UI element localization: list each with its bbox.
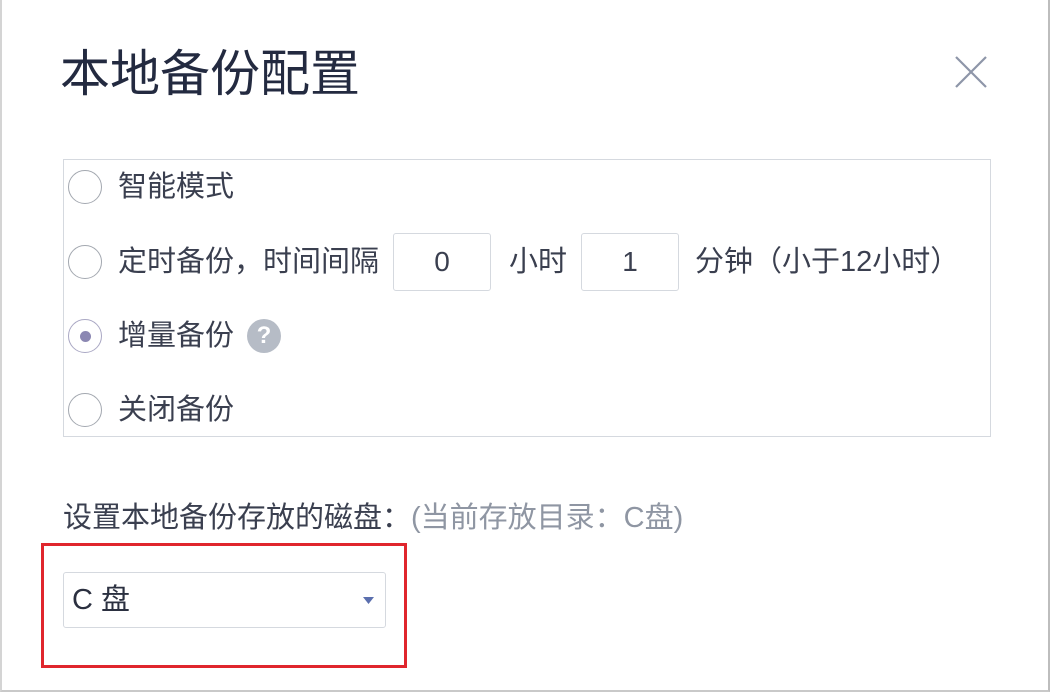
dialog-title: 本地备份配置	[60, 46, 360, 102]
current-directory-note: (当前存放目录：C盘)	[411, 502, 684, 534]
option-label: 智能模式	[118, 171, 235, 203]
radio-smart-mode[interactable]	[68, 170, 102, 204]
radio-incremental-backup[interactable]	[68, 319, 102, 353]
option-incremental-backup[interactable]: 增量备份 ?	[68, 316, 282, 356]
option-label: 定时备份，时间间隔	[118, 246, 380, 278]
radio-scheduled-backup[interactable]	[68, 245, 102, 279]
caret-down-icon[interactable]	[363, 597, 374, 604]
question-circle-icon[interactable]: ?	[247, 319, 282, 353]
backup-mode-group: 智能模式 定时备份，时间间隔 小时 分钟（小于12小时） 增量备份 ? 关闭备份	[63, 159, 991, 437]
backup-config-dialog: 本地备份配置 智能模式 定时备份，时间间隔 小时 分钟（小于12小时） 增量备份…	[0, 0, 1050, 692]
disk-setting-label: 设置本地备份存放的磁盘：(当前存放目录：C盘)	[63, 500, 683, 536]
disk-label-text: 设置本地备份存放的磁盘：	[63, 502, 412, 534]
hours-unit-label: 小时	[509, 246, 568, 278]
minutes-input[interactable]	[581, 233, 680, 291]
disk-select-value: C 盘	[72, 584, 131, 616]
option-smart-mode[interactable]: 智能模式	[68, 167, 234, 207]
interval-limit-note: （小于12小时）	[753, 246, 960, 278]
option-scheduled-backup[interactable]: 定时备份，时间间隔 小时 分钟（小于12小时）	[68, 233, 960, 291]
option-label: 关闭备份	[118, 394, 235, 426]
close-icon[interactable]	[953, 54, 989, 90]
option-label: 增量备份	[118, 320, 235, 352]
radio-disable-backup[interactable]	[68, 393, 102, 427]
minutes-unit-label: 分钟	[695, 246, 754, 278]
hours-input[interactable]	[393, 233, 492, 291]
disk-select[interactable]: C 盘	[63, 572, 386, 628]
option-disable-backup[interactable]: 关闭备份	[68, 390, 234, 430]
